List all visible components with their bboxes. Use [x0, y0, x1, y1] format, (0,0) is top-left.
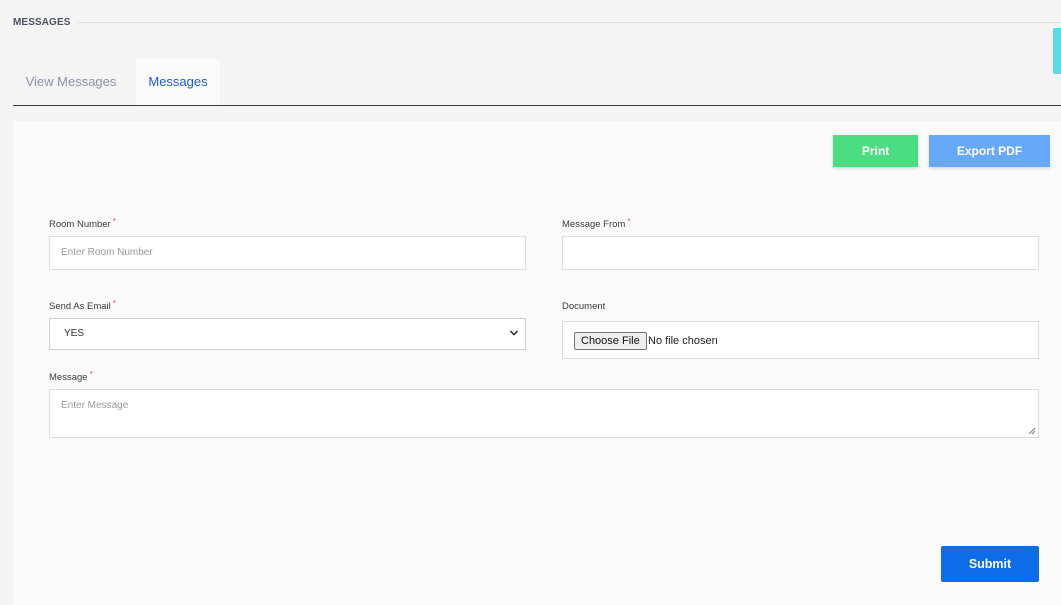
document-label-text: Document: [562, 301, 606, 312]
required-mark: *: [112, 299, 116, 308]
print-button[interactable]: Print: [833, 135, 918, 167]
send-as-email-label: Send As Email *: [49, 299, 116, 312]
room-number-placeholder: Enter Room Number: [61, 247, 153, 258]
room-number-input[interactable]: Enter Room Number: [49, 236, 526, 270]
resize-grip-icon[interactable]: [1028, 427, 1036, 435]
tab-messages[interactable]: Messages: [136, 59, 220, 105]
export-pdf-button[interactable]: Export PDF: [929, 135, 1050, 167]
section-divider: [77, 22, 1061, 23]
choose-file-button[interactable]: Choose File: [574, 332, 647, 350]
message-from-input[interactable]: [562, 236, 1039, 270]
message-textarea[interactable]: Enter Message: [49, 389, 1039, 438]
chevron-down-icon: [510, 330, 518, 336]
room-number-label: Room Number *: [49, 217, 116, 230]
document-file-input: Choose File No file chosen: [562, 321, 1039, 359]
page: MESSAGES View Messages Messages Print Ex…: [0, 0, 1061, 605]
message-from-label: Message From *: [562, 217, 631, 230]
message-label: Message *: [49, 370, 93, 383]
message-from-label-text: Message From: [562, 219, 626, 230]
tab-view-messages[interactable]: View Messages: [13, 59, 129, 105]
required-mark: *: [627, 217, 631, 226]
required-mark: *: [89, 370, 93, 379]
message-label-text: Message: [49, 372, 88, 383]
send-as-email-label-text: Send As Email: [49, 301, 111, 312]
send-as-email-select[interactable]: YES: [49, 318, 526, 350]
section-title: MESSAGES: [13, 17, 71, 28]
send-as-email-value: YES: [64, 328, 85, 339]
submit-button[interactable]: Submit: [941, 546, 1039, 582]
required-mark: *: [112, 217, 116, 226]
tab-bar: View Messages Messages: [13, 59, 1061, 106]
message-placeholder: Enter Message: [61, 400, 129, 411]
document-label: Document: [562, 301, 605, 312]
section-header: MESSAGES: [13, 17, 1061, 31]
room-number-label-text: Room Number: [49, 219, 111, 230]
file-status-text: No file chosen: [648, 335, 718, 347]
form-card: Print Export PDF Room Number * Enter Room…: [13, 121, 1061, 605]
